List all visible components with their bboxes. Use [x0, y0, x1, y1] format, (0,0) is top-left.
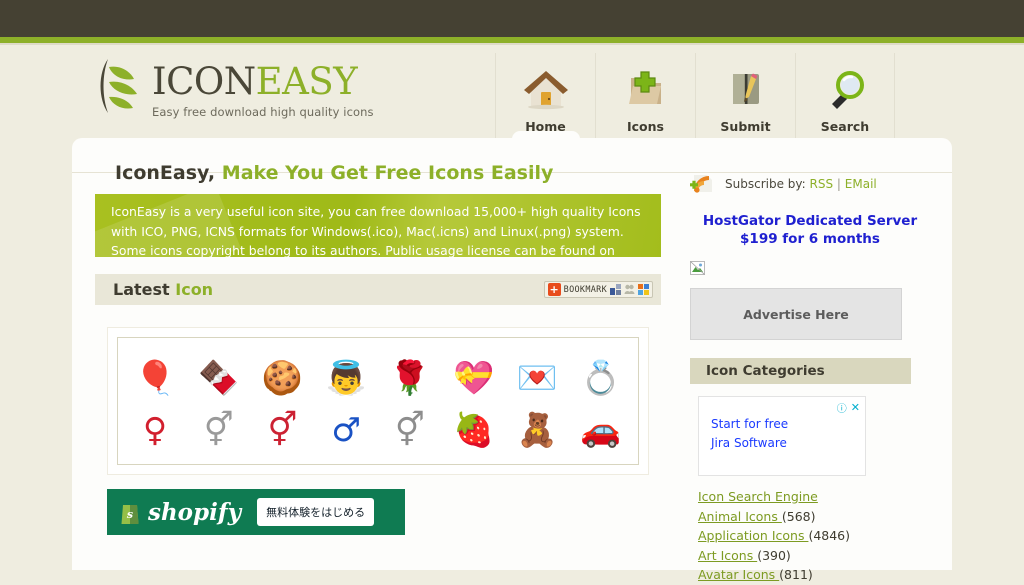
- magnifier-icon: [796, 63, 894, 115]
- logo-word-icon: ICON: [152, 60, 256, 103]
- rose-heart-icon[interactable]: 🌹: [387, 354, 433, 400]
- rss-link[interactable]: RSS: [810, 177, 834, 191]
- category-count: (4846): [808, 528, 851, 544]
- shopify-cta-button[interactable]: 無料体験をはじめる: [257, 498, 375, 526]
- share-windows-icon[interactable]: [610, 284, 621, 295]
- icon-categories-header: Icon Categories: [690, 358, 911, 384]
- adsense-line1[interactable]: Start for free: [711, 415, 865, 434]
- leaf-logo-icon: [92, 55, 144, 117]
- nav-label-icons: Icons: [627, 119, 664, 134]
- icon-grid-row: ♀ ⚥ ⚥ ♂ ⚥ 🍓 🧸 🚗: [132, 403, 624, 455]
- love-letter-icon[interactable]: 💌: [514, 354, 560, 400]
- page-title-green: Make You Get Free Icons Easily: [221, 162, 554, 184]
- email-link[interactable]: EMail: [845, 177, 877, 191]
- main-column: IconEasy, Make You Get Free Icons Easily…: [95, 156, 661, 535]
- category-link[interactable]: Art Icons: [698, 548, 757, 563]
- broken-image-icon: [690, 261, 705, 275]
- site-logo[interactable]: ICONEASY Easy free download high quality…: [92, 55, 374, 119]
- category-count: (390): [757, 547, 791, 563]
- bookmark-plus-icon: +: [547, 283, 561, 296]
- subscribe-row: Subscribe by: RSS | EMail: [690, 170, 930, 198]
- wedding-rings-icon[interactable]: 💍: [578, 354, 624, 400]
- bookmark-label: BOOKMARK: [563, 284, 607, 295]
- house-icon: [496, 63, 595, 115]
- shopify-logo: s shopify: [119, 499, 241, 526]
- logo-title: ICONEASY: [152, 63, 374, 101]
- male-symbol-icon[interactable]: ♂: [323, 406, 369, 452]
- advertise-here-label: Advertise Here: [743, 306, 849, 322]
- advertise-here-box[interactable]: Advertise Here: [690, 288, 902, 340]
- share-friends-icon[interactable]: [624, 284, 635, 295]
- heart-balloons-icon[interactable]: 🎈: [132, 354, 178, 400]
- content-panel: IconEasy, Make You Get Free Icons Easily…: [72, 138, 952, 582]
- shopify-bag-icon: s: [121, 504, 139, 524]
- top-bar: [0, 0, 1024, 37]
- category-list: Icon Search Engine Animal Icons (568) Ap…: [698, 487, 930, 585]
- heart-cookies-icon[interactable]: 🍪: [259, 354, 305, 400]
- subscribe-text: Subscribe by: RSS | EMail: [725, 177, 877, 191]
- logo-tagline: Easy free download high quality icons: [152, 105, 374, 119]
- page-title-dark: IconEasy,: [115, 162, 216, 184]
- svg-text:s: s: [127, 508, 133, 521]
- intro-banner: IconEasy is a very useful icon site, you…: [95, 194, 661, 257]
- shopify-wordmark: shopify: [148, 498, 242, 526]
- cupid-icon[interactable]: 👼: [323, 354, 369, 400]
- shopify-ad-banner[interactable]: s shopify 無料体験をはじめる: [107, 489, 405, 535]
- category-link[interactable]: Application Icons: [698, 528, 808, 543]
- bookmark-button[interactable]: + BOOKMARK: [543, 281, 653, 298]
- site-header: ICONEASY Easy free download high quality…: [0, 45, 1024, 173]
- list-item: Application Icons (4846): [698, 526, 930, 546]
- chocolate-strawberry-icon[interactable]: 🍓: [451, 406, 497, 452]
- wedding-car-icon[interactable]: 🚗: [578, 406, 624, 452]
- hostgator-line1: HostGator Dedicated Server: [702, 213, 918, 229]
- folder-add-icon: [596, 63, 695, 115]
- chocolate-box-icon[interactable]: 🍫: [196, 354, 242, 400]
- rss-feed-icon[interactable]: [690, 172, 716, 196]
- logo-word-easy: EASY: [255, 60, 358, 103]
- female-symbol-icon[interactable]: ♀: [132, 406, 178, 452]
- adsense-block[interactable]: ⓘ ✕ Start for free Jira Software: [698, 396, 866, 476]
- list-item: Icon Search Engine: [698, 487, 930, 507]
- category-count: (568): [781, 508, 816, 524]
- icon-grid-row: 🎈 🍫 🍪 👼 🌹 💝 💌 💍: [132, 351, 624, 403]
- section-title-dark: Latest: [113, 280, 170, 299]
- latest-icon-section-bar: Latest Icon + BOOKMARK: [95, 274, 661, 305]
- teddy-bear-icon[interactable]: 🧸: [514, 406, 560, 452]
- notebook-pencil-icon: [696, 63, 795, 115]
- valentine-heart-icon[interactable]: 💝: [451, 354, 497, 400]
- nav-label-submit: Submit: [720, 119, 771, 134]
- adsense-line2[interactable]: Jira Software: [711, 434, 865, 453]
- nav-label-search: Search: [820, 119, 870, 134]
- share-colors-icon[interactable]: [638, 284, 649, 295]
- icon-categories-label: Icon Categories: [706, 363, 825, 379]
- adsense-controls: ⓘ ✕: [837, 400, 860, 415]
- gender-circle-icon[interactable]: ⚥: [196, 406, 242, 452]
- hostgator-line2: $199 for 6 months: [740, 231, 880, 247]
- sidebar: Subscribe by: RSS | EMail HostGator Dedi…: [690, 170, 930, 585]
- logo-text: ICONEASY Easy free download high quality…: [152, 55, 374, 120]
- subscribe-separator: |: [836, 177, 841, 191]
- latest-icons-grid: 🎈 🍫 🍪 👼 🌹 💝 💌 💍 ♀ ⚥ ⚥ ♂ ⚥ 🍓 🧸 🚗: [107, 327, 649, 475]
- page-title: IconEasy, Make You Get Free Icons Easily: [95, 156, 661, 194]
- grid-inner-border: 🎈 🍫 🍪 👼 🌹 💝 💌 💍 ♀ ⚥ ⚥ ♂ ⚥ 🍓 🧸 🚗: [117, 337, 639, 465]
- hostgator-ad[interactable]: HostGator Dedicated Server $199 for 6 mo…: [690, 212, 930, 248]
- section-title-green: Icon: [175, 280, 214, 299]
- list-item: Avatar Icons (811): [698, 565, 930, 585]
- subscribe-label: Subscribe by:: [725, 177, 806, 191]
- intro-text: IconEasy is a very useful icon site, you…: [111, 204, 641, 257]
- info-icon[interactable]: ⓘ: [837, 400, 847, 415]
- category-link[interactable]: Icon Search Engine: [698, 489, 818, 504]
- section-title: Latest Icon: [113, 280, 213, 299]
- gray-gender-symbol-icon[interactable]: ⚥: [387, 406, 433, 452]
- list-item: Art Icons (390): [698, 546, 930, 566]
- male-female-symbol-icon[interactable]: ⚥: [259, 406, 305, 452]
- list-item: Animal Icons (568): [698, 507, 930, 527]
- close-icon[interactable]: ✕: [851, 401, 860, 414]
- category-link[interactable]: Animal Icons: [698, 509, 782, 524]
